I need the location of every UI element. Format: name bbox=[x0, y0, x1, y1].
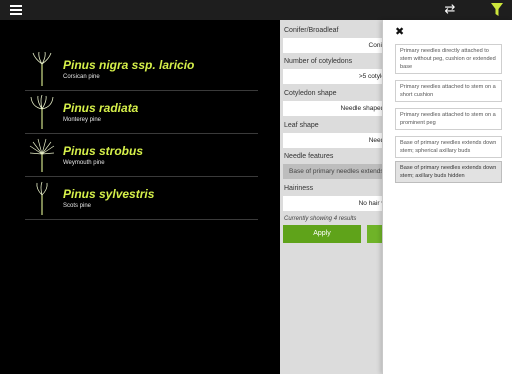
species-list: Pinus nigra ssp. laricio Corsican pine P… bbox=[25, 48, 258, 220]
filter-label-cotyledon-shape: Cotyledon shape bbox=[284, 90, 337, 97]
shuffle-icon[interactable]: ⇄ bbox=[443, 3, 457, 17]
filter-label-leaf-shape: Leaf shape bbox=[284, 122, 319, 129]
species-item-nigra[interactable]: Pinus nigra ssp. laricio Corsican pine bbox=[25, 48, 258, 91]
menu-icon[interactable] bbox=[10, 5, 22, 15]
filter-label-cotyledons: Number of cotyledons bbox=[284, 58, 353, 65]
species-item-strobus[interactable]: Pinus strobus Weymouth pine bbox=[25, 134, 258, 177]
apply-button[interactable]: Apply bbox=[283, 225, 361, 243]
species-common-name: Corsican pine bbox=[63, 74, 100, 80]
needle-features-options: ✖ Primary needles directly attached to s… bbox=[382, 20, 512, 374]
option-item[interactable]: Primary needles directly attached to ste… bbox=[395, 44, 502, 74]
species-name: Pinus strobus bbox=[63, 144, 144, 158]
filter-icon[interactable] bbox=[490, 2, 504, 18]
option-item[interactable]: Primary needles attached to stem on a pr… bbox=[395, 108, 502, 130]
filter-label-hairiness: Hairiness bbox=[284, 185, 314, 192]
results-count: Currently showing 4 results bbox=[284, 216, 357, 222]
species-common-name: Weymouth pine bbox=[63, 160, 105, 166]
seedling-thumbnail bbox=[32, 52, 52, 86]
species-name: Pinus nigra ssp. laricio bbox=[63, 58, 195, 72]
close-icon[interactable]: ✖ bbox=[395, 25, 404, 38]
species-item-radiata[interactable]: Pinus radiata Monterey pine bbox=[25, 91, 258, 134]
seedling-thumbnail bbox=[36, 181, 48, 215]
species-item-sylvestris[interactable]: Pinus sylvestris Scots pine bbox=[25, 177, 258, 220]
option-item[interactable]: Primary needles attached to stem on a sh… bbox=[395, 80, 502, 102]
seedling-thumbnail bbox=[29, 138, 55, 172]
species-name: Pinus radiata bbox=[63, 101, 139, 115]
species-name: Pinus sylvestris bbox=[63, 187, 155, 201]
app-header: ⇄ bbox=[0, 0, 512, 20]
species-common-name: Monterey pine bbox=[63, 117, 102, 123]
option-item-selected[interactable]: Base of primary needles extends down ste… bbox=[395, 161, 502, 183]
seedling-thumbnail bbox=[30, 95, 54, 129]
filter-label-conifer: Conifer/Broadleaf bbox=[284, 27, 339, 34]
option-item[interactable]: Base of primary needles extends down ste… bbox=[395, 136, 502, 158]
species-common-name: Scots pine bbox=[63, 203, 92, 209]
filter-label-needle-features: Needle features bbox=[284, 153, 334, 160]
